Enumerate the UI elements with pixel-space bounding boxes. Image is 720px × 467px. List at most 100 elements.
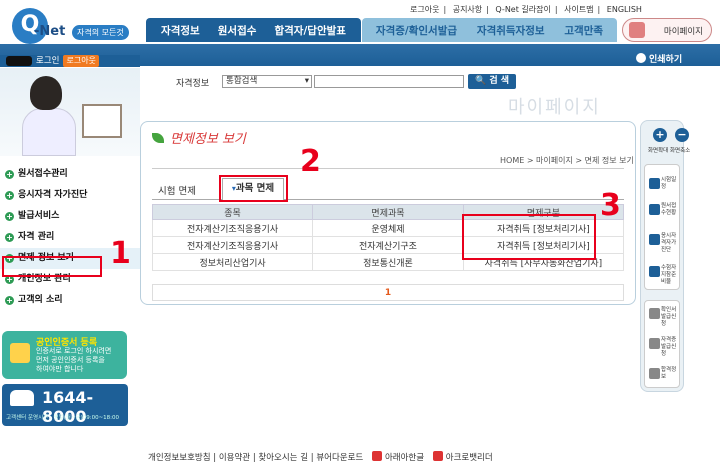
nav-results[interactable]: 합격자/답안발표 bbox=[274, 23, 345, 38]
certificate-icon bbox=[649, 308, 660, 319]
annotation-box-exemption-type bbox=[462, 214, 596, 260]
masked-username bbox=[6, 56, 32, 66]
menu-label: 발급서비스 bbox=[18, 211, 60, 221]
annotation-box-menu bbox=[2, 256, 102, 277]
acrobat-icon bbox=[432, 451, 443, 461]
notice-link[interactable]: 공지사항 bbox=[453, 5, 482, 14]
col-header: 종목 bbox=[151, 204, 314, 220]
nav-application[interactable]: 원서접수 bbox=[218, 23, 257, 38]
mypage-button[interactable]: 마이페이지 bbox=[622, 18, 712, 42]
sitemap-link[interactable]: 사이트맵 bbox=[564, 5, 593, 14]
logo-net: -Net bbox=[34, 24, 66, 39]
quick-application-status[interactable]: 원서접수현황 bbox=[647, 203, 679, 217]
zoom-out-icon[interactable]: − bbox=[675, 128, 689, 142]
tab-exam-exemption[interactable]: 시험 면제 bbox=[158, 183, 196, 197]
quick-label: 합격정보 bbox=[661, 367, 677, 380]
quick-links-primary: 시험일정 원서접수현황 응시자격자가진단 수험자지참준비물 bbox=[644, 164, 680, 290]
figure-body bbox=[22, 108, 76, 156]
plus-icon: + bbox=[5, 170, 14, 179]
leaf-icon bbox=[152, 133, 164, 143]
qnet-logo[interactable]: Q -Net 자격의 모든것 bbox=[8, 6, 134, 46]
lock-icon bbox=[10, 343, 30, 363]
page-link[interactable]: 1 bbox=[385, 288, 391, 298]
cert-desc-1: 인증서로 로그인 하시려면 bbox=[36, 347, 112, 355]
main-nav: 자격정보 원서접수 합격자/답안발표 bbox=[146, 18, 361, 42]
print-button[interactable]: 인쇄하기 bbox=[636, 52, 716, 66]
menu-customer-voice[interactable]: + 고객의 소리 bbox=[0, 290, 140, 311]
checklist-icon bbox=[649, 234, 660, 245]
menu-self-check[interactable]: + 응시자격 자가진단 bbox=[0, 185, 140, 206]
search-input[interactable] bbox=[314, 75, 464, 88]
sep: | bbox=[597, 5, 601, 14]
plus-icon: + bbox=[5, 212, 14, 221]
privacy-link[interactable]: 개인정보보호방침 bbox=[148, 453, 211, 463]
annotation-number-2: 2 bbox=[300, 144, 321, 179]
cell: 정보처리산업기사 bbox=[151, 253, 314, 271]
zoom-in-label: 화면확대 bbox=[648, 148, 669, 154]
footer-links: 개인정보보호방침 | 이용약관 | 찾아오시는 길 | 뷰어다운로드 아래아한글… bbox=[148, 451, 493, 463]
quick-exam-schedule[interactable]: 시험일정 bbox=[647, 177, 679, 191]
nav-customer[interactable]: 고객만족 bbox=[564, 23, 603, 38]
quick-links-secondary: 확인서발급신청 자격증발급신청 합격정보 bbox=[644, 300, 680, 388]
login-status: 로그인 로그아웃 bbox=[0, 55, 140, 67]
search-label: 자격정보 bbox=[176, 79, 210, 89]
sep: | bbox=[554, 5, 558, 14]
annotation-box-tab bbox=[219, 175, 288, 202]
quick-label: 확인서발급신청 bbox=[661, 307, 677, 327]
zoom-out-label: 화면축소 bbox=[670, 148, 691, 154]
menu-label: 응시자격 자가진단 bbox=[18, 190, 88, 200]
logo-tagline: 자격의 모든것 bbox=[72, 25, 129, 40]
print-icon bbox=[636, 53, 646, 63]
nav-holder-info[interactable]: 자격취득자정보 bbox=[477, 23, 545, 38]
directions-link[interactable]: 찾아오시는 길 bbox=[258, 453, 308, 463]
menu-label: 자격 관리 bbox=[18, 232, 55, 242]
sep: | bbox=[443, 5, 447, 14]
search-button[interactable]: 🔍 검 색 bbox=[468, 74, 516, 89]
mypage-icon bbox=[629, 22, 645, 38]
quick-self-check[interactable]: 응시자격자가진단 bbox=[647, 233, 679, 254]
figure-head bbox=[30, 76, 62, 110]
page-title-text: 면제정보 보기 bbox=[170, 132, 246, 147]
hangul-icon bbox=[371, 451, 382, 461]
phone-hours: 고객센터 운영시간 : 평일(월~금)09:00~18:00 bbox=[6, 415, 120, 421]
annotation-number-1: 1 bbox=[110, 236, 131, 271]
quick-exam-items[interactable]: 수험자지참준비물 bbox=[647, 265, 679, 286]
certificate-register-banner[interactable]: 공인인증서 등록 인증서로 로그인 하시려면 먼저 공인인증서 등록을 하여야만 합… bbox=[2, 331, 127, 379]
license-icon bbox=[649, 338, 660, 349]
print-label: 인쇄하기 bbox=[649, 55, 683, 65]
cert-desc: 인증서로 로그인 하시려면 먼저 공인인증서 등록을 하여야만 합니다 bbox=[36, 347, 111, 374]
quick-label: 시험일정 bbox=[661, 177, 677, 190]
divider bbox=[152, 168, 624, 169]
logout-button[interactable]: 로그아웃 bbox=[63, 55, 99, 67]
viewer-download-link[interactable]: 뷰어다운로드 bbox=[316, 453, 363, 463]
acrobat-link[interactable]: 아크로뱃리더 bbox=[446, 453, 493, 463]
menu-application-manage[interactable]: + 원서접수관리 bbox=[0, 164, 140, 185]
mypage-button-label: 마이페이지 bbox=[663, 27, 703, 37]
phone-icon bbox=[10, 390, 34, 406]
sep: | bbox=[486, 5, 489, 14]
call-center-banner: 1644-8000 고객센터 운영시간 : 평일(월~금)09:00~18:00 bbox=[2, 384, 128, 426]
trophy-icon bbox=[649, 368, 660, 379]
quick-license-issue[interactable]: 자격증발급신청 bbox=[647, 337, 679, 358]
nav-qualification-info[interactable]: 자격정보 bbox=[161, 23, 200, 38]
quick-pass-info[interactable]: 합격정보 bbox=[647, 367, 679, 381]
cert-desc-3: 하여야만 합니다 bbox=[36, 365, 84, 373]
nav-certificate[interactable]: 자격증/확인서발급 bbox=[376, 23, 457, 38]
quick-confirm-issue[interactable]: 확인서발급신청 bbox=[647, 307, 679, 328]
cert-desc-2: 먼저 공인인증서 등록을 bbox=[36, 356, 105, 364]
breadcrumb: HOME > 마이페이지 > 면제 정보 보기 bbox=[500, 156, 634, 165]
sub-nav: 자격증/확인서발급 자격취득자정보 고객만족 bbox=[362, 18, 617, 42]
search-scope-select[interactable]: 통합검색 bbox=[222, 75, 312, 88]
logout-link[interactable]: 로그아웃 bbox=[410, 5, 439, 14]
english-link[interactable]: ENGLISH bbox=[607, 5, 642, 14]
terms-link[interactable]: 이용약관 bbox=[219, 453, 250, 463]
quick-label: 수험자지참준비물 bbox=[661, 265, 677, 285]
login-label: 로그인 bbox=[36, 56, 60, 66]
menu-issuance[interactable]: + 발급서비스 bbox=[0, 206, 140, 227]
hangul-link[interactable]: 아래아한글 bbox=[385, 453, 424, 463]
zoom-in-icon[interactable]: + bbox=[653, 128, 667, 142]
cell: 전자계산기조직응용기사 bbox=[151, 219, 314, 237]
document-icon bbox=[649, 204, 660, 215]
guide-link[interactable]: Q-Net 길라잡이 bbox=[495, 5, 550, 14]
menu-label: 고객의 소리 bbox=[18, 295, 63, 305]
